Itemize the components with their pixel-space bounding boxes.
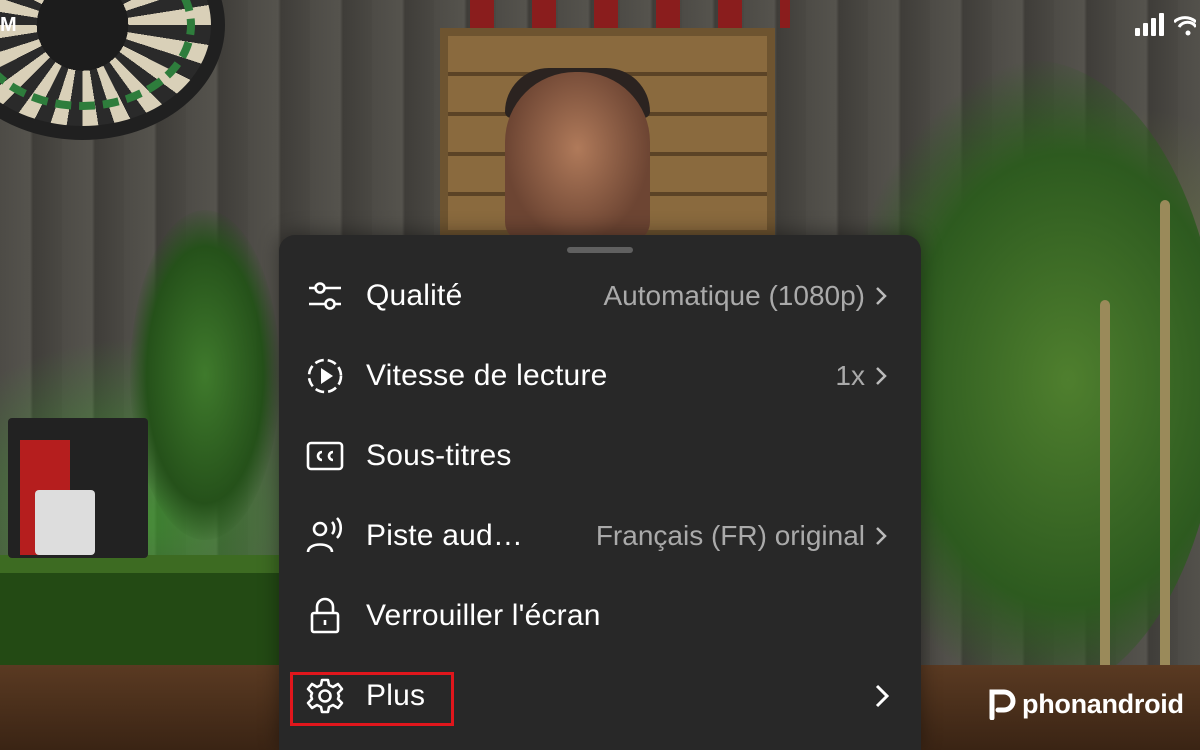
menu-item-value: Automatique (1080p) <box>603 280 865 311</box>
menu-item-quality[interactable]: Qualité Automatique (1080p) <box>279 256 921 336</box>
phonandroid-logo-icon <box>989 689 1016 720</box>
watermark: phonandroid <box>988 688 1184 720</box>
plant-left <box>130 210 280 540</box>
bamboo-stem <box>1160 200 1170 680</box>
watermark-text: phonandroid <box>1022 688 1184 719</box>
menu-item-lock-screen[interactable]: Verrouiller l'écran <box>279 576 921 656</box>
chevron-right-icon <box>875 284 889 308</box>
wifi-icon <box>1174 16 1196 36</box>
chevron-right-icon <box>875 364 889 388</box>
presenter <box>505 72 650 242</box>
menu-item-label: Qualité <box>366 279 463 312</box>
closed-captions-icon <box>303 434 347 478</box>
shelf-left-front <box>0 573 280 668</box>
shelf-figurines <box>470 0 790 28</box>
chevron-right-icon <box>875 524 889 548</box>
highlight-box <box>290 672 454 726</box>
menu-item-playback-speed[interactable]: Vitesse de lecture 1x <box>279 336 921 416</box>
menu-item-label: Piste aud… <box>366 519 524 552</box>
status-icons <box>1135 12 1196 36</box>
sliders-icon <box>303 274 347 318</box>
menu-item-audio-track[interactable]: Piste aud… Français (FR) original <box>279 496 921 576</box>
notification-app-icon: M <box>0 14 17 37</box>
signal-icon <box>1135 12 1164 36</box>
menu-item-label: Vitesse de lecture <box>366 359 608 392</box>
menu-item-label: Sous-titres <box>366 439 512 472</box>
menu-item-subtitles[interactable]: Sous-titres <box>279 416 921 496</box>
menu-item-label: Verrouiller l'écran <box>366 599 601 632</box>
menu-item-value: 1x <box>835 360 865 391</box>
drag-handle[interactable] <box>567 247 633 253</box>
chevron-right-icon <box>875 684 889 708</box>
audio-track-icon <box>303 514 347 558</box>
bamboo-stem <box>1100 300 1110 680</box>
app-icon-letter: M <box>0 14 17 36</box>
menu-item-value: Français (FR) original <box>595 520 865 551</box>
mug <box>35 490 95 555</box>
lock-icon <box>303 594 347 638</box>
playback-speed-icon <box>303 354 347 398</box>
